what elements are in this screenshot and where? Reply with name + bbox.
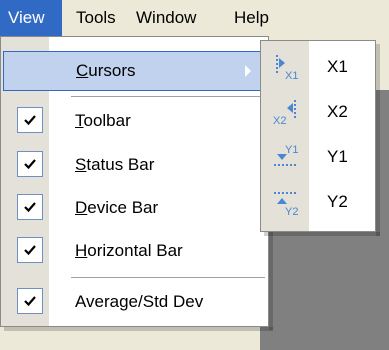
cursor-x2-icon: X2 (271, 98, 301, 127)
menu-view[interactable]: View (0, 0, 62, 36)
menu-item-label: Horizontal Bar (75, 241, 183, 260)
menu-item-label: Status Bar (75, 155, 155, 174)
menu-window[interactable]: Window (132, 0, 224, 36)
view-menu-dropdown: Cursors Toolbar Status Bar Device Bar Ho… (0, 36, 269, 327)
svg-text:Y2: Y2 (285, 206, 298, 216)
menu-item-label: Toolbar (75, 111, 131, 130)
menu-separator (71, 96, 265, 97)
svg-text:X2: X2 (273, 115, 286, 126)
menu-tools[interactable]: Tools (62, 0, 132, 36)
menu-item-device-bar[interactable]: Device Bar (3, 188, 266, 228)
menu-item-cursors[interactable]: Cursors (3, 51, 266, 91)
submenu-item-label: Y2 (327, 192, 348, 211)
submenu-shadow (264, 232, 380, 236)
menu-item-toolbar[interactable]: Toolbar (3, 101, 266, 141)
menu-item-label: Average/Std Dev (75, 292, 204, 311)
submenu-item-x1[interactable]: X1 X1 (263, 45, 373, 89)
checkmark-icon (17, 237, 43, 263)
submenu-item-y2[interactable]: Y2 Y2 (263, 180, 373, 224)
submenu-item-label: Y1 (327, 147, 348, 166)
checkmark-icon (17, 288, 43, 314)
menu-help[interactable]: Help (224, 0, 284, 36)
checkmark-icon (17, 107, 43, 133)
submenu-item-label: X1 (327, 57, 348, 76)
dropdown-shadow (4, 327, 273, 331)
checkmark-icon (17, 151, 43, 177)
menubar: View Tools Window Help (0, 0, 389, 36)
checkmark-icon (17, 194, 43, 220)
submenu-arrow-icon (245, 65, 251, 77)
submenu-item-label: X2 (327, 102, 348, 121)
submenu-item-x2[interactable]: X2 X2 (263, 90, 373, 134)
menu-item-horizontal-bar[interactable]: Horizontal Bar (3, 231, 266, 271)
menu-item-average-std-dev[interactable]: Average/Std Dev (3, 282, 266, 322)
submenu-item-y1[interactable]: Y1 Y1 (263, 135, 373, 179)
cursor-y2-icon: Y2 (271, 188, 301, 218)
svg-text:Y1: Y1 (285, 144, 298, 156)
cursor-x1-icon: X1 (271, 53, 301, 82)
svg-text:X1: X1 (285, 70, 298, 81)
menu-item-label: Cursors (76, 61, 136, 80)
menu-item-label: Device Bar (75, 198, 159, 217)
submenu-shadow (376, 44, 380, 236)
menu-separator (71, 277, 265, 278)
cursors-submenu: X1 X1 X2 X2 Y1 Y1 Y2 Y2 (260, 40, 376, 232)
cursor-y1-icon: Y1 (271, 143, 301, 171)
menu-item-status-bar[interactable]: Status Bar (3, 145, 266, 185)
